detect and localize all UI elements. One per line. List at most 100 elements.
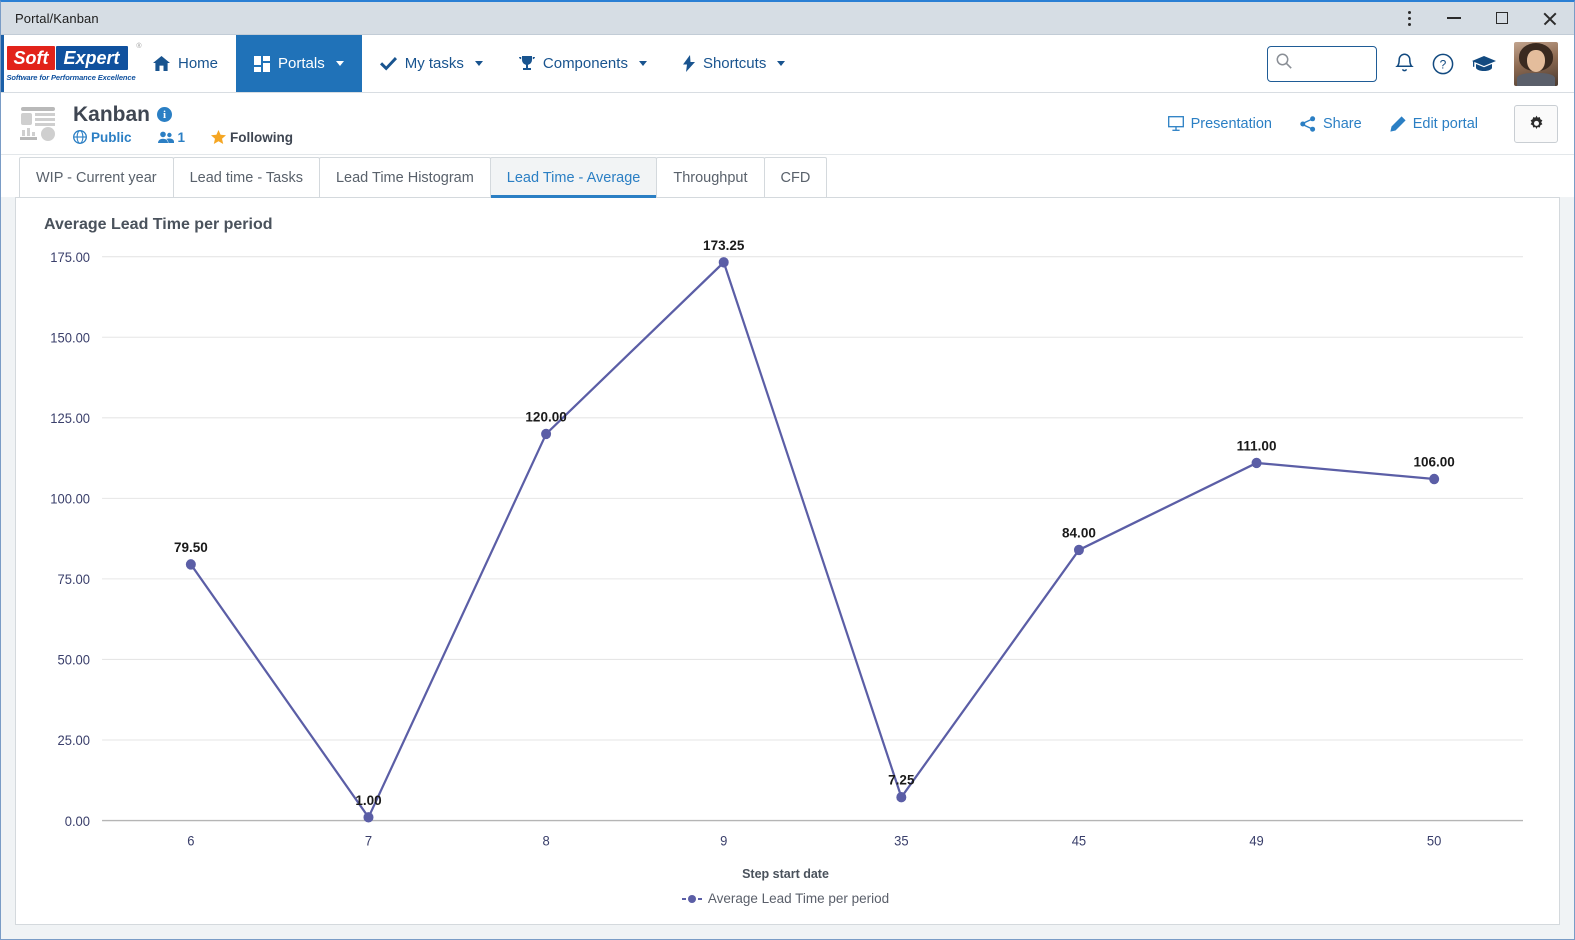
- share-button[interactable]: Share: [1300, 116, 1362, 132]
- notifications-button[interactable]: [1395, 53, 1414, 74]
- tab-lead-time-histogram[interactable]: Lead Time Histogram: [318, 157, 491, 197]
- maximize-button[interactable]: [1478, 2, 1526, 35]
- presentation-button[interactable]: Presentation: [1167, 116, 1272, 132]
- nav-label-portals: Portals: [278, 55, 325, 72]
- title-bar: Portal/Kanban: [1, 2, 1574, 35]
- nav-item-components[interactable]: Components: [501, 35, 665, 92]
- search-box[interactable]: [1267, 45, 1377, 82]
- following-badge[interactable]: Following: [211, 129, 294, 145]
- window-menu-button[interactable]: [1388, 2, 1430, 35]
- data-point[interactable]: [1073, 544, 1084, 556]
- chart-legend: Average Lead Time per period: [30, 881, 1541, 915]
- logo-registered-mark: ®: [136, 43, 142, 50]
- navbar-right-tools: ?: [1267, 35, 1574, 92]
- edit-portal-label: Edit portal: [1412, 115, 1478, 132]
- tab-cfd[interactable]: CFD: [763, 157, 828, 197]
- main-navbar: Soft Expert ® Software for Performance E…: [1, 35, 1574, 93]
- data-point[interactable]: [1251, 457, 1262, 469]
- line-chart[interactable]: 0.00 25.00 50.00 75.00 100.00 125.00 150.00 175…: [30, 240, 1541, 867]
- nav-label-my-tasks: My tasks: [404, 55, 464, 72]
- data-point[interactable]: [718, 257, 729, 268]
- tab-label: CFD: [780, 169, 811, 186]
- portal-content: Average Lead Time per period 0.00 25.00 50…: [1, 197, 1574, 939]
- nav-item-portals[interactable]: Portals: [236, 35, 362, 92]
- x-axis-tick-label: 49: [1249, 833, 1263, 848]
- nav-label-shortcuts: Shortcuts: [702, 55, 767, 72]
- data-point[interactable]: [185, 559, 196, 570]
- minimize-button[interactable]: [1430, 2, 1478, 35]
- data-point[interactable]: [363, 812, 374, 823]
- nav-items: Home Portals My tasks Components Shortcu…: [135, 35, 803, 92]
- softexpert-logo[interactable]: Soft Expert ® Software for Performance E…: [1, 35, 142, 92]
- data-point[interactable]: [541, 428, 552, 440]
- nav-item-shortcuts[interactable]: Shortcuts: [665, 35, 803, 92]
- svg-text:?: ?: [1440, 57, 1447, 71]
- close-button[interactable]: [1526, 2, 1574, 35]
- data-point-label: 120.00: [525, 409, 567, 424]
- gear-icon: [1530, 115, 1542, 129]
- legend-label: Average Lead Time per period: [707, 891, 890, 906]
- data-point-label: 106.00: [1414, 454, 1456, 469]
- bolt-icon: [682, 55, 695, 72]
- chevron-down-icon: [335, 61, 344, 66]
- x-axis-tick-label: 50: [1427, 833, 1441, 848]
- edit-portal-button[interactable]: Edit portal: [1390, 116, 1478, 132]
- nav-item-home[interactable]: Home: [135, 35, 236, 92]
- x-axis-tick-label: 45: [1072, 833, 1086, 848]
- y-axis-tick-label: 25.00: [58, 733, 91, 748]
- chevron-down-icon: [777, 61, 786, 66]
- portal-icon: [19, 105, 63, 143]
- portal-meta: Public 1 Following: [73, 129, 294, 145]
- data-point-label: 173.25: [703, 240, 745, 253]
- x-axis-tick-label: 35: [894, 833, 908, 848]
- series-line: [190, 260, 1435, 820]
- star-icon: [211, 129, 227, 144]
- members-count: 1: [177, 129, 186, 145]
- academy-button[interactable]: [1472, 54, 1496, 74]
- tab-label: Throughput: [673, 169, 748, 186]
- search-icon: [1276, 53, 1292, 74]
- chart-area: 0.00 25.00 50.00 75.00 100.00 125.00 150.00 175…: [30, 240, 1541, 867]
- y-axis-tick-label: 75.00: [58, 572, 91, 587]
- data-point[interactable]: [1429, 473, 1440, 485]
- people-icon: [157, 131, 174, 143]
- close-icon: [1542, 10, 1558, 26]
- avatar[interactable]: [1514, 41, 1558, 86]
- pencil-icon: [1390, 115, 1406, 132]
- maximize-icon: [1496, 12, 1508, 24]
- x-axis-tick-label: 9: [720, 833, 727, 848]
- x-axis-title: Step start date: [742, 866, 829, 881]
- data-point[interactable]: [896, 791, 907, 803]
- page-title: Kanban: [73, 102, 151, 126]
- legend-item[interactable]: Average Lead Time per period: [681, 891, 890, 906]
- nav-label-components: Components: [542, 55, 628, 72]
- nav-item-my-tasks[interactable]: My tasks: [362, 35, 501, 92]
- tab-label: Lead Time Histogram: [335, 169, 474, 186]
- tab-lead-time-tasks[interactable]: Lead time - Tasks: [172, 157, 320, 197]
- search-input[interactable]: [1298, 56, 1368, 71]
- portal-actions: Presentation Share Edit portal: [1167, 104, 1558, 143]
- data-point-label: 111.00: [1237, 438, 1277, 453]
- trophy-icon: [518, 55, 535, 72]
- window-title: Portal/Kanban: [15, 10, 99, 26]
- tab-label: WIP - Current year: [36, 169, 157, 186]
- tab-wip-current-year[interactable]: WIP - Current year: [19, 157, 174, 197]
- tab-lead-time-average[interactable]: Lead Time - Average: [489, 157, 658, 198]
- tab-label: Lead Time - Average: [506, 169, 641, 186]
- info-icon[interactable]: i: [157, 107, 173, 122]
- portal-title-block: Kanban i Public 1 Following: [73, 103, 293, 145]
- y-axis-tick-label: 175.00: [50, 250, 90, 265]
- graduation-cap-icon: [1472, 55, 1496, 71]
- presentation-icon: [1167, 116, 1184, 131]
- avatar-face: [1527, 49, 1545, 72]
- x-axis-tick-label: 7: [365, 833, 372, 848]
- following-label: Following: [230, 129, 294, 145]
- y-axis-tick-label: 150.00: [50, 330, 90, 345]
- tab-throughput[interactable]: Throughput: [656, 157, 765, 197]
- chevron-down-icon: [638, 61, 647, 66]
- help-button[interactable]: ?: [1432, 53, 1454, 75]
- x-axis-tick-label: 8: [542, 833, 549, 848]
- portal-tabs: WIP - Current year Lead time - Tasks Lea…: [1, 155, 1574, 198]
- grid-icon: [254, 55, 271, 72]
- portal-settings-button[interactable]: [1514, 104, 1558, 143]
